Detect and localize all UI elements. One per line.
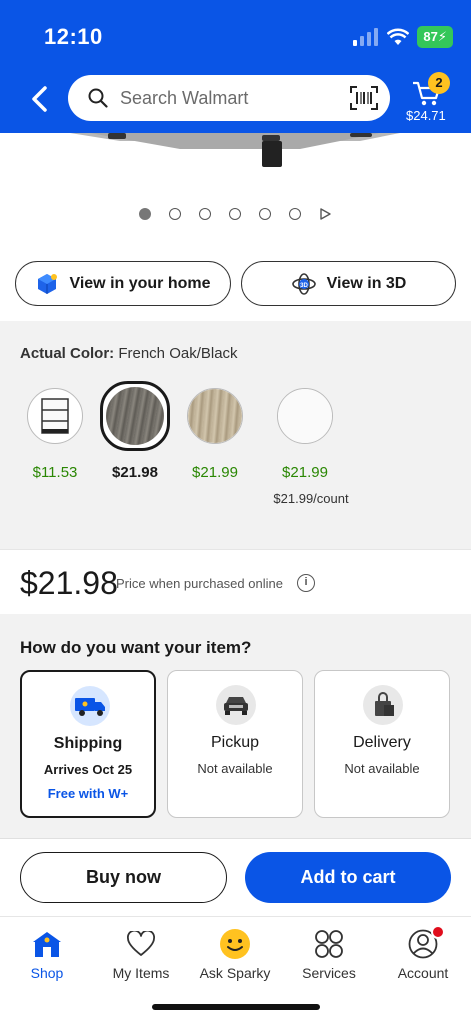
tab-shop-label: Shop xyxy=(30,965,64,981)
ar-cube-icon xyxy=(38,273,58,294)
cart-button[interactable]: 2 $24.71 xyxy=(404,72,452,128)
gallery-pagination xyxy=(139,208,331,220)
view-in-home-label: View in your home xyxy=(69,274,211,292)
buy-now-button[interactable]: Buy now xyxy=(20,852,227,903)
swatch-price: $21.98 xyxy=(112,464,158,481)
tab-services[interactable]: Services xyxy=(282,927,376,981)
tab-account[interactable]: Account xyxy=(376,925,470,981)
shipping-title: Shipping xyxy=(53,735,123,752)
color-swatch-french-oak[interactable] xyxy=(100,381,170,451)
tab-shop[interactable]: Shop xyxy=(0,927,94,981)
product-image[interactable] xyxy=(0,133,471,193)
delivery-status: Not available xyxy=(344,761,420,776)
gallery-dot[interactable] xyxy=(169,208,181,220)
battery-level: 87 xyxy=(423,29,438,44)
product-image-graphic xyxy=(70,133,400,167)
color-label-value: French Oak/Black xyxy=(118,345,238,362)
shipping-truck-icon xyxy=(70,686,110,726)
status-icons: 87⚡ xyxy=(353,26,453,48)
color-selector: Actual Color: French Oak/Black $11.53 $2… xyxy=(0,321,471,549)
tab-account-label: Account xyxy=(397,965,449,981)
tab-my-items[interactable]: My Items xyxy=(94,927,188,981)
search-icon xyxy=(88,88,108,108)
shop-icon xyxy=(33,932,61,957)
view-in-home-button[interactable]: View in your home xyxy=(15,261,231,306)
fulfillment-section: How do you want your item? Shipping Arri… xyxy=(0,614,471,838)
price-section: $21.98 Price when purchased online i xyxy=(0,549,471,614)
barcode-scan-icon[interactable] xyxy=(350,86,378,110)
gallery-dot[interactable] xyxy=(139,208,151,220)
color-swatch-light-oak[interactable] xyxy=(187,388,243,444)
signal-icon xyxy=(353,28,379,46)
shipping-arrival: Arrives Oct 25 xyxy=(43,762,133,777)
walmart-plus-text: Free with W+ xyxy=(47,786,129,801)
battery-indicator: 87⚡ xyxy=(417,26,453,48)
color-label: Actual Color: French Oak/Black xyxy=(20,345,238,362)
tab-my-items-label: My Items xyxy=(112,965,170,981)
add-to-cart-button[interactable]: Add to cart xyxy=(245,852,451,903)
pickup-option[interactable]: Pickup Not available xyxy=(167,670,303,818)
svg-text:3D: 3D xyxy=(300,283,308,289)
gallery-dot[interactable] xyxy=(289,208,301,220)
shipping-option[interactable]: Shipping Arrives Oct 25 Free with W+ xyxy=(20,670,156,818)
product-price: $21.98 xyxy=(20,565,118,601)
play-video-icon[interactable] xyxy=(319,208,331,220)
sparky-icon xyxy=(220,929,250,959)
pickup-title: Pickup xyxy=(210,734,260,751)
price-note: Price when purchased online xyxy=(116,576,283,591)
search-input[interactable] xyxy=(120,83,340,113)
purchase-action-bar: Buy now Add to cart xyxy=(0,838,471,916)
heart-icon xyxy=(127,931,155,956)
info-icon[interactable]: i xyxy=(297,574,315,592)
search-bar[interactable] xyxy=(68,75,390,121)
gallery-dot[interactable] xyxy=(259,208,271,220)
swatch-price: $21.99 xyxy=(282,464,328,481)
gallery-dot[interactable] xyxy=(229,208,241,220)
fulfillment-title: How do you want your item? xyxy=(20,638,252,657)
pickup-status: Not available xyxy=(197,761,273,776)
view-in-3d-button[interactable]: 3D View in 3D xyxy=(241,261,456,306)
tab-services-label: Services xyxy=(302,965,356,981)
tab-ask-sparky-label: Ask Sparky xyxy=(199,965,271,981)
top-bar: 12:10 87⚡ Search Walmart 2 $24.71 xyxy=(0,0,471,133)
tab-ask-sparky[interactable]: Ask Sparky xyxy=(188,927,282,981)
swatch-shelf-image xyxy=(41,398,69,434)
cart-total: $24.71 xyxy=(406,108,446,123)
delivery-option[interactable]: Delivery Not available xyxy=(314,670,450,818)
3d-rotate-icon: 3D xyxy=(291,272,316,295)
swatch-price: $21.99 xyxy=(192,464,238,481)
swatch-unit-price: $21.99/count xyxy=(273,491,349,506)
status-time: 12:10 xyxy=(44,24,103,49)
services-icon xyxy=(315,930,343,958)
delivery-bag-icon xyxy=(363,685,403,725)
pickup-car-icon xyxy=(216,685,256,725)
delivery-title: Delivery xyxy=(353,734,411,751)
notification-dot xyxy=(431,925,445,939)
gallery-dot[interactable] xyxy=(199,208,211,220)
color-swatch-white-shelf[interactable] xyxy=(27,388,83,444)
color-swatch-white[interactable] xyxy=(277,388,333,444)
walmart-plus-badge: Free with W+ xyxy=(22,786,154,801)
back-icon[interactable] xyxy=(26,84,54,114)
view-in-3d-label: View in 3D xyxy=(326,274,407,292)
wifi-icon xyxy=(387,28,410,45)
home-indicator[interactable] xyxy=(152,1004,320,1010)
swatch-price: $11.53 xyxy=(32,464,78,481)
color-label-key: Actual Color: xyxy=(20,345,115,362)
cart-count-badge: 2 xyxy=(428,72,450,94)
